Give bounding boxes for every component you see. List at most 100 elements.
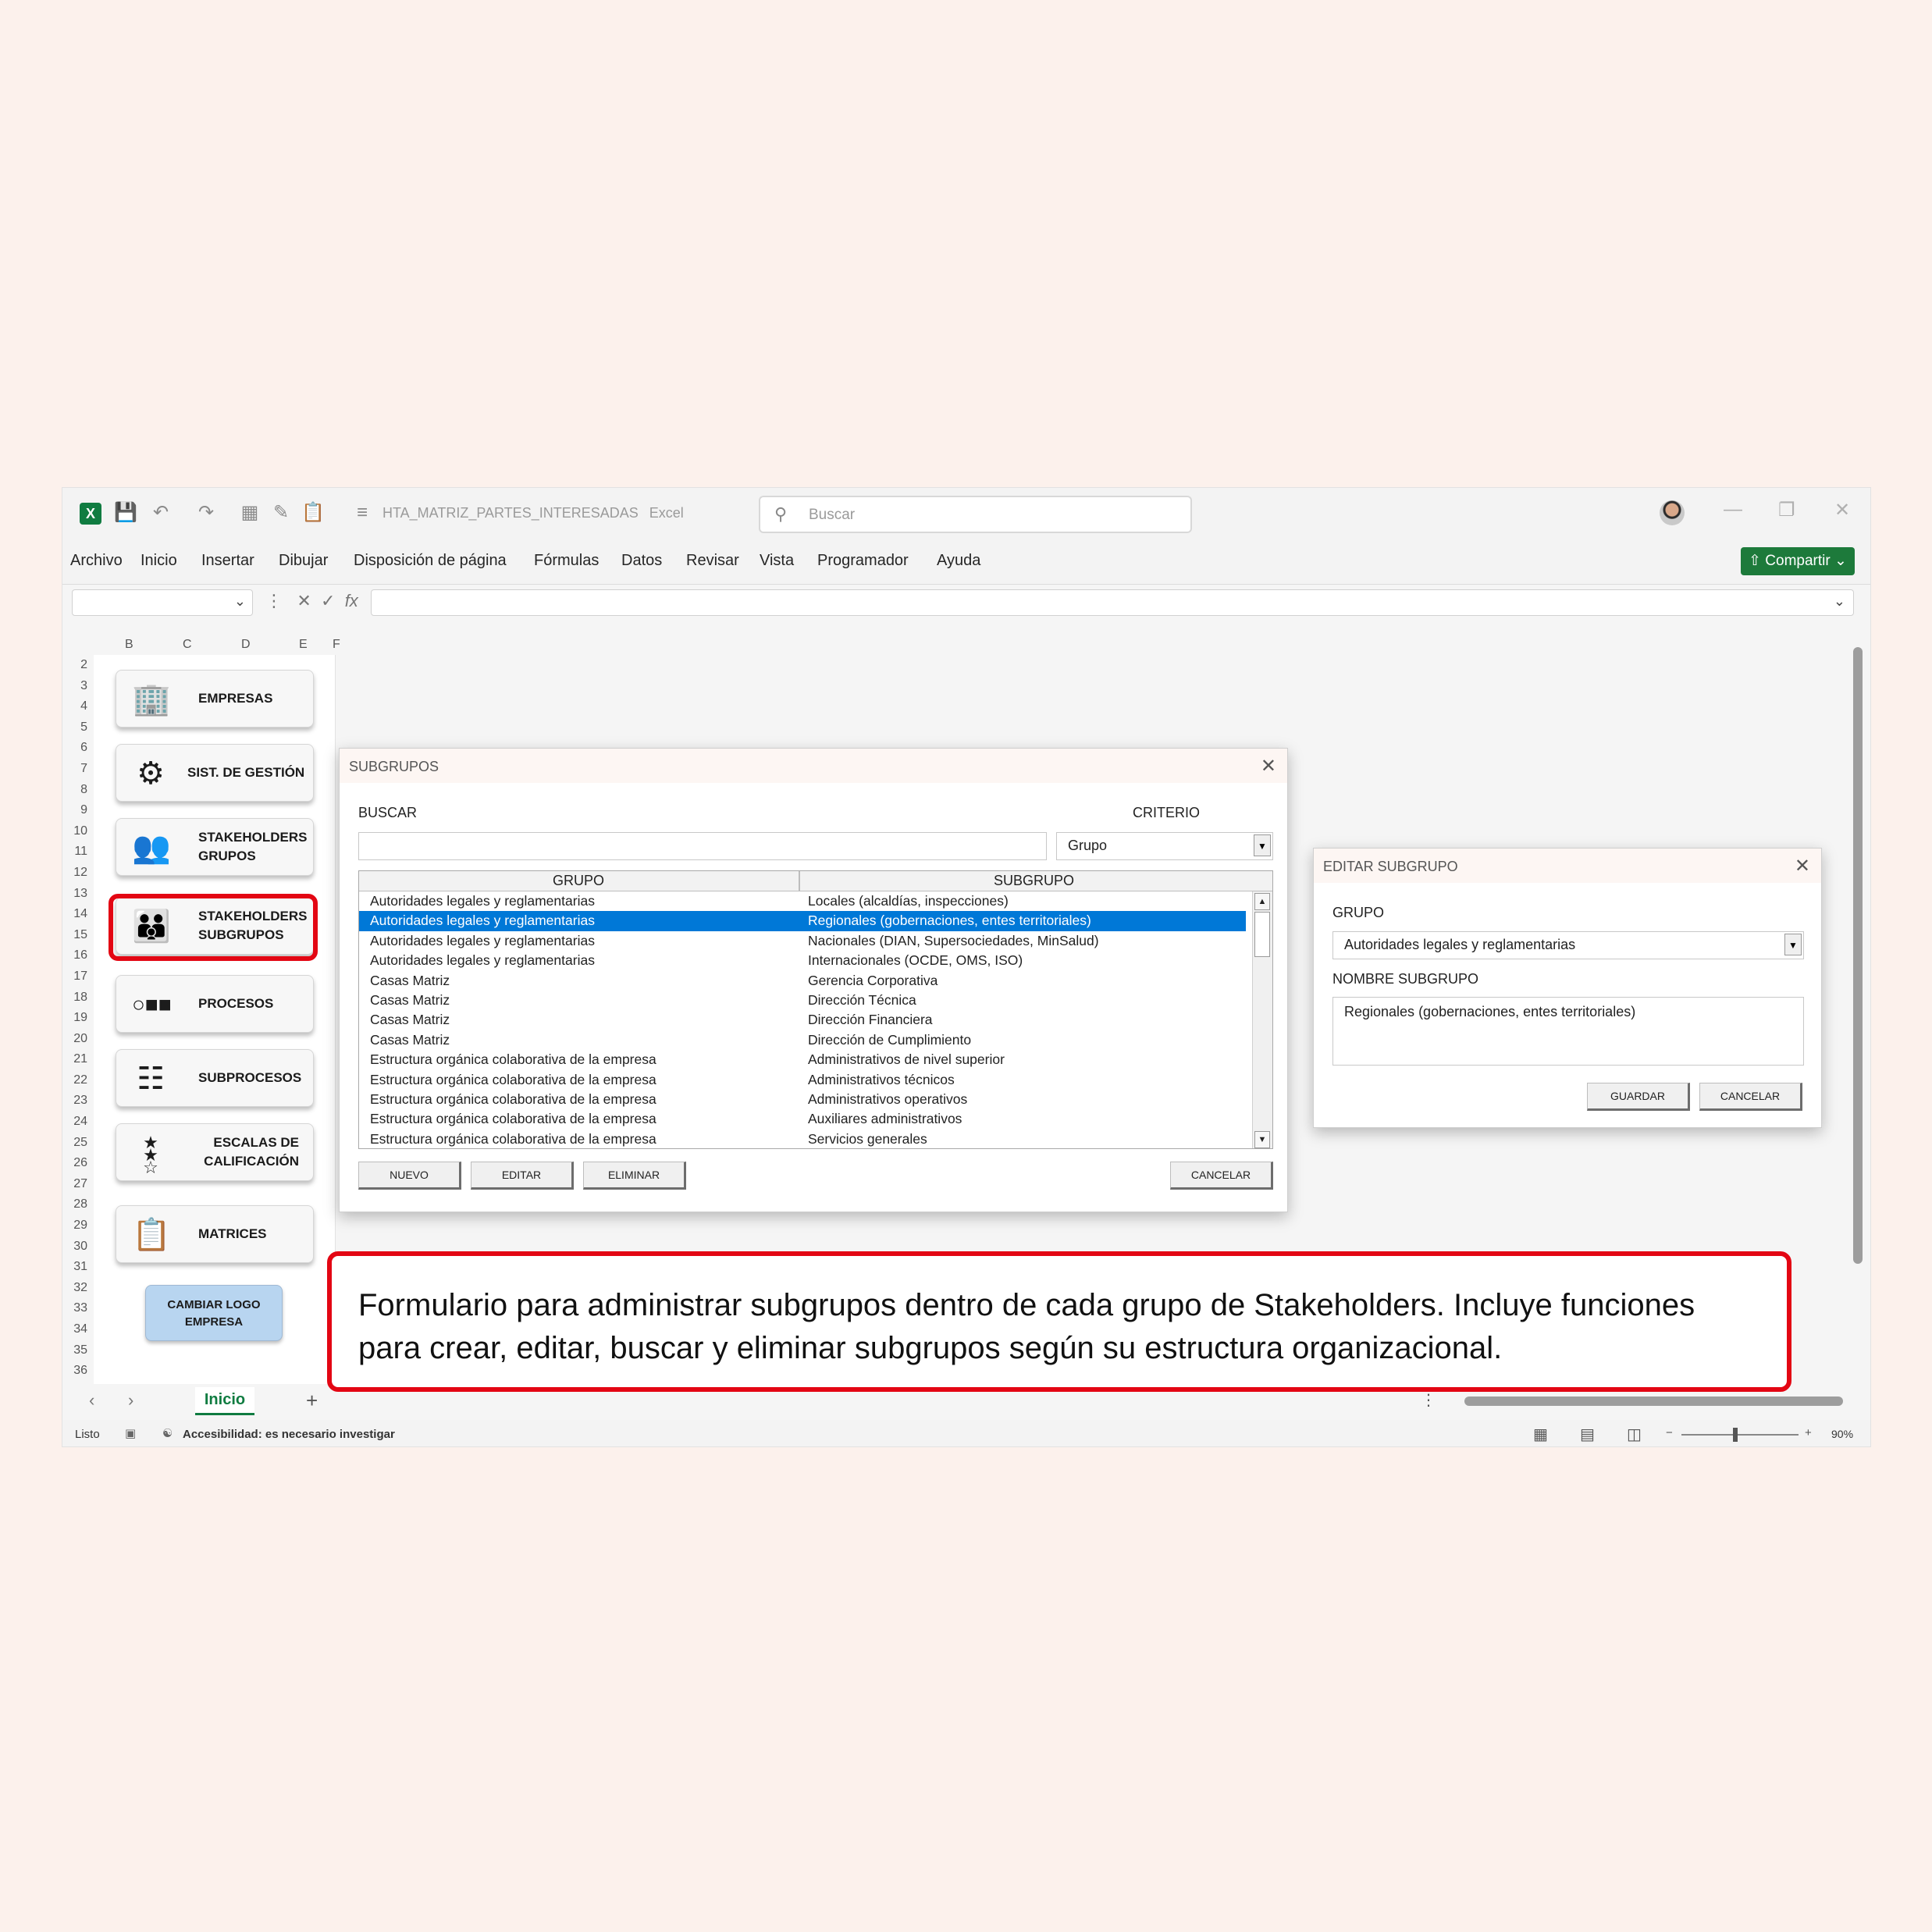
row-header[interactable]: 31 [62, 1257, 94, 1278]
menu-inicio[interactable]: Inicio [141, 552, 177, 570]
row-header[interactable]: 13 [62, 884, 94, 905]
row-header[interactable]: 34 [62, 1319, 94, 1340]
menu-archivo[interactable]: Archivo [70, 552, 123, 570]
buscar-input[interactable] [358, 832, 1047, 860]
dropdown-arrow-icon[interactable]: ▼ [1254, 834, 1271, 856]
scroll-up-icon[interactable]: ▲ [1254, 893, 1270, 910]
more-icon[interactable]: ⋮ [265, 591, 283, 610]
row-header[interactable]: 24 [62, 1112, 94, 1133]
empresas-button[interactable]: 🏢 EMPRESAS [116, 670, 314, 728]
list-item[interactable]: Autoridades legales y reglamentarias Inte… [359, 951, 1246, 970]
insert-function-icon[interactable]: fx [345, 591, 358, 610]
nombre-subgrupo-input[interactable]: Regionales (gobernaciones, entes territo… [1332, 997, 1804, 1066]
escalas-button[interactable]: ★ ★ ☆ ESCALAS DE CALIFICACIÓN [116, 1123, 314, 1181]
list-item[interactable]: Estructura orgánica colaborativa de la e… [359, 1090, 1246, 1109]
row-header[interactable]: 27 [62, 1174, 94, 1195]
edit-form-icon[interactable]: ✎ [270, 502, 292, 524]
subgrupos-list[interactable]: GRUPO SUBGRUPO Autoridades legales y reg… [358, 870, 1273, 1149]
confirm-formula-icon[interactable]: ✓ [321, 591, 335, 610]
column-header-d[interactable]: D [241, 638, 251, 652]
row-header[interactable]: 20 [62, 1029, 94, 1050]
minimize-icon[interactable]: — [1724, 499, 1742, 521]
row-header[interactable]: 28 [62, 1194, 94, 1215]
dropdown-arrow-icon[interactable]: ▼ [1784, 934, 1802, 955]
row-header[interactable]: 25 [62, 1133, 94, 1154]
menu-programador[interactable]: Programador [817, 552, 909, 570]
next-sheet-icon[interactable]: › [128, 1390, 133, 1411]
column-header-e[interactable]: E [299, 638, 308, 652]
cancelar-edit-button[interactable]: CANCELAR [1699, 1083, 1802, 1111]
close-icon[interactable]: ✕ [1261, 755, 1276, 777]
row-header[interactable]: 35 [62, 1340, 94, 1361]
close-icon[interactable]: ✕ [1795, 855, 1810, 877]
cancelar-button[interactable]: CANCELAR [1170, 1162, 1273, 1190]
list-item[interactable]: Estructura orgánica colaborativa de la e… [359, 1109, 1246, 1129]
row-header[interactable]: 18 [62, 987, 94, 1009]
column-header-b[interactable]: B [125, 638, 133, 652]
row-header[interactable]: 11 [62, 841, 94, 863]
redo-icon[interactable]: ↷ [195, 502, 217, 524]
vertical-scrollbar[interactable] [1853, 647, 1863, 1264]
row-header[interactable]: 17 [62, 966, 94, 987]
row-header[interactable]: 4 [62, 696, 94, 717]
macro-record-icon[interactable]: ▣ [125, 1426, 136, 1440]
nuevo-button[interactable]: NUEVO [358, 1162, 461, 1190]
normal-view-icon[interactable]: ▦ [1533, 1425, 1548, 1444]
menu-revisar[interactable]: Revisar [686, 552, 739, 570]
row-header[interactable]: 23 [62, 1091, 94, 1112]
row-header[interactable]: 2 [62, 655, 94, 676]
eliminar-button[interactable]: ELIMINAR [583, 1162, 686, 1190]
page-layout-icon[interactable]: ▤ [1580, 1425, 1595, 1444]
row-header[interactable]: 32 [62, 1278, 94, 1299]
row-header[interactable]: 10 [62, 821, 94, 842]
zoom-in-icon[interactable]: + [1805, 1426, 1812, 1439]
column-subgrupo[interactable]: SUBGRUPO [994, 873, 1074, 889]
sheet-tab-inicio[interactable]: Inicio [195, 1387, 254, 1415]
row-header[interactable]: 5 [62, 717, 94, 738]
accessibility-icon[interactable]: ☯ [162, 1426, 173, 1440]
row-header[interactable]: 33 [62, 1298, 94, 1319]
more-icon[interactable]: ⋮ [1421, 1390, 1436, 1410]
row-header[interactable]: 6 [62, 738, 94, 759]
row-header[interactable]: 9 [62, 800, 94, 821]
menu-datos[interactable]: Datos [621, 552, 662, 570]
column-header-f[interactable]: F [333, 638, 340, 652]
list-item[interactable]: Autoridades legales y reglamentarias Regi… [359, 911, 1246, 931]
add-sheet-icon[interactable]: + [306, 1389, 318, 1413]
row-header[interactable]: 3 [62, 676, 94, 697]
row-header[interactable]: 7 [62, 759, 94, 780]
zoom-slider-thumb[interactable] [1733, 1428, 1738, 1442]
customize-toolbar-icon[interactable]: ≡ [351, 502, 373, 524]
expand-formula-icon[interactable]: ⌄ [1834, 593, 1845, 610]
zoom-slider[interactable] [1681, 1434, 1799, 1436]
sist-gestion-button[interactable]: ⚙ SIST. DE GESTIÓN [116, 744, 314, 802]
row-header[interactable]: 26 [62, 1153, 94, 1174]
undo-icon[interactable]: ↶ [150, 502, 172, 524]
share-button[interactable]: ⇧ Compartir ⌄ [1741, 547, 1855, 575]
close-window-icon[interactable]: ✕ [1834, 499, 1850, 521]
matrices-button[interactable]: 📋 MATRICES [116, 1205, 314, 1263]
subprocesos-button[interactable]: ☷ SUBPROCESOS [116, 1049, 314, 1107]
grupo-select[interactable]: Autoridades legales y reglamentarias ▼ [1332, 931, 1804, 959]
row-header[interactable]: 21 [62, 1049, 94, 1070]
list-item[interactable]: Casas Matriz Dirección Financiera [359, 1010, 1246, 1030]
editar-button[interactable]: EDITAR [471, 1162, 574, 1190]
form-icon[interactable]: ▦ [239, 502, 261, 524]
search-box[interactable]: ⚲ Buscar [759, 496, 1192, 533]
menu-insertar[interactable]: Insertar [201, 552, 254, 570]
menu-ayuda[interactable]: Ayuda [937, 552, 980, 570]
list-item[interactable]: Casas Matriz Gerencia Corporativa [359, 971, 1246, 991]
column-grupo[interactable]: GRUPO [553, 873, 604, 889]
list-item[interactable]: Estructura orgánica colaborativa de la e… [359, 1130, 1246, 1148]
row-header[interactable]: 19 [62, 1008, 94, 1029]
page-break-icon[interactable]: ◫ [1627, 1425, 1642, 1444]
formula-input[interactable]: ⌄ [371, 589, 1854, 616]
list-scrollbar[interactable]: ▲ ▼ [1252, 891, 1272, 1148]
save-icon[interactable]: 💾 [114, 502, 137, 524]
criterio-select[interactable]: Grupo ▼ [1056, 832, 1273, 860]
user-avatar[interactable] [1660, 500, 1685, 525]
horizontal-scrollbar[interactable] [1464, 1397, 1843, 1406]
restore-icon[interactable]: ❐ [1778, 499, 1795, 521]
list-item[interactable]: Estructura orgánica colaborativa de la e… [359, 1070, 1246, 1090]
scroll-down-icon[interactable]: ▼ [1254, 1131, 1270, 1148]
